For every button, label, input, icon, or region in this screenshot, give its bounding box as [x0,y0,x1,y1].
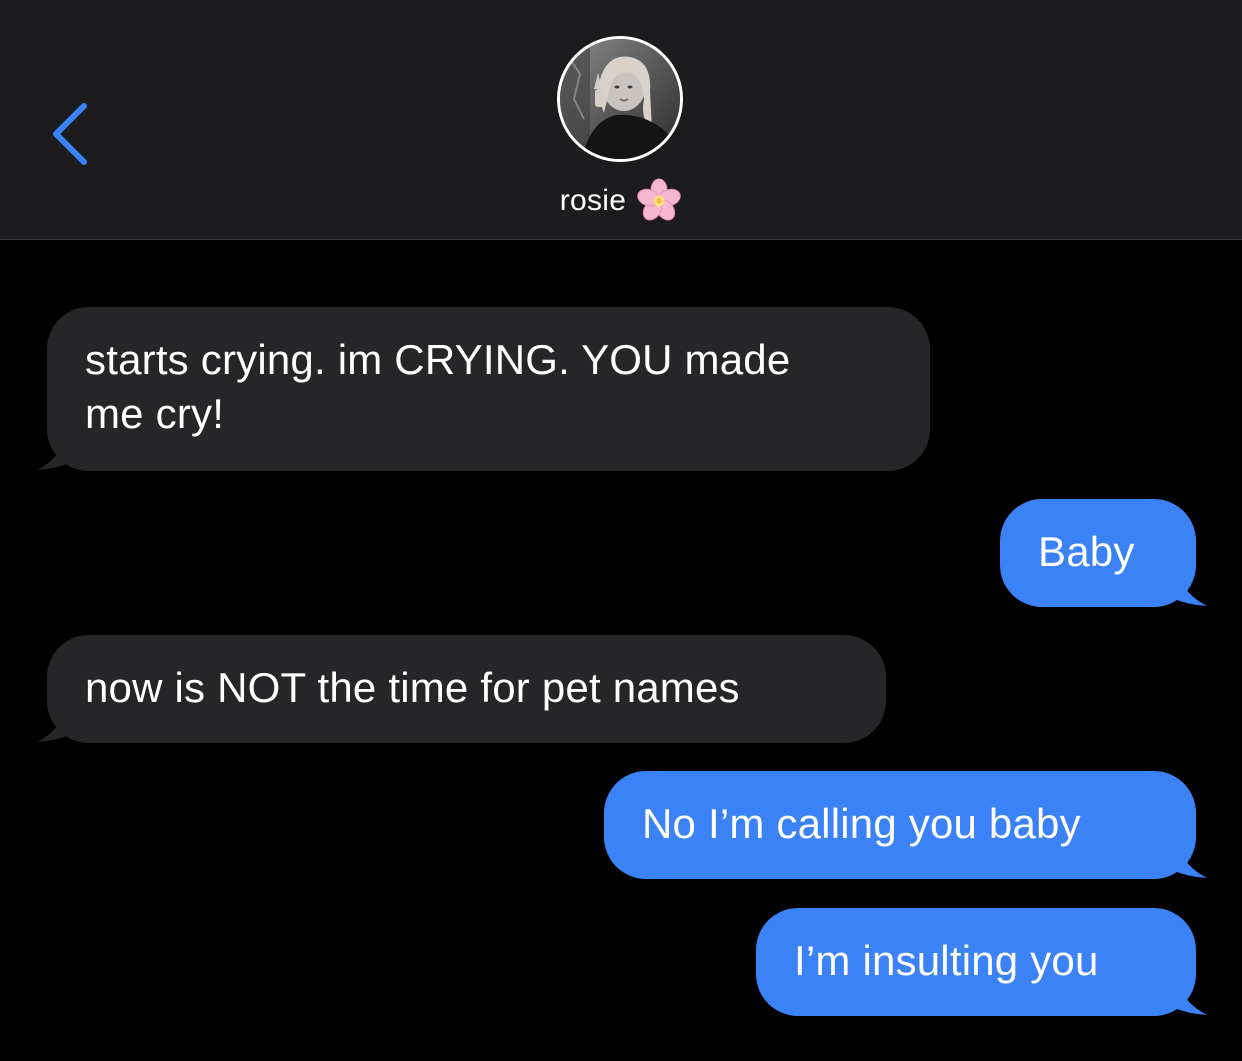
message-text: me cry! [85,390,225,437]
message-text: starts crying. im CRYING. YOU made [85,336,791,383]
message-text: No I’m calling you baby [642,800,1081,847]
bubble-tail [37,422,74,470]
avatar[interactable] [557,36,683,162]
message-text: I’m insulting you [794,937,1099,984]
bubble-tail [1170,967,1207,1015]
bubble-tail [37,694,74,742]
message-bubble-outgoing[interactable]: I’m insulting you [756,908,1196,1016]
contact-photo [560,39,680,159]
chevron-left-icon [53,103,87,165]
bubble-tail [1170,830,1207,878]
contact-name-row[interactable]: rosie [0,176,1242,226]
message-bubble-outgoing[interactable]: No I’m calling you baby [604,771,1196,879]
message-list: starts crying. im CRYING. YOU made me cr… [0,240,1242,1061]
bubble-tail [1170,558,1207,606]
conversation-header: rosie [0,0,1242,240]
message-text: Baby [1038,528,1135,575]
message-bubble-incoming[interactable]: starts crying. im CRYING. YOU made me cr… [47,307,930,471]
contact-name: rosie [559,184,627,217]
message-text: now is NOT the time for pet names [85,664,740,711]
cherry-blossom-icon [637,178,681,221]
message-bubble-incoming[interactable]: now is NOT the time for pet names [47,635,886,743]
back-button[interactable] [40,92,100,176]
